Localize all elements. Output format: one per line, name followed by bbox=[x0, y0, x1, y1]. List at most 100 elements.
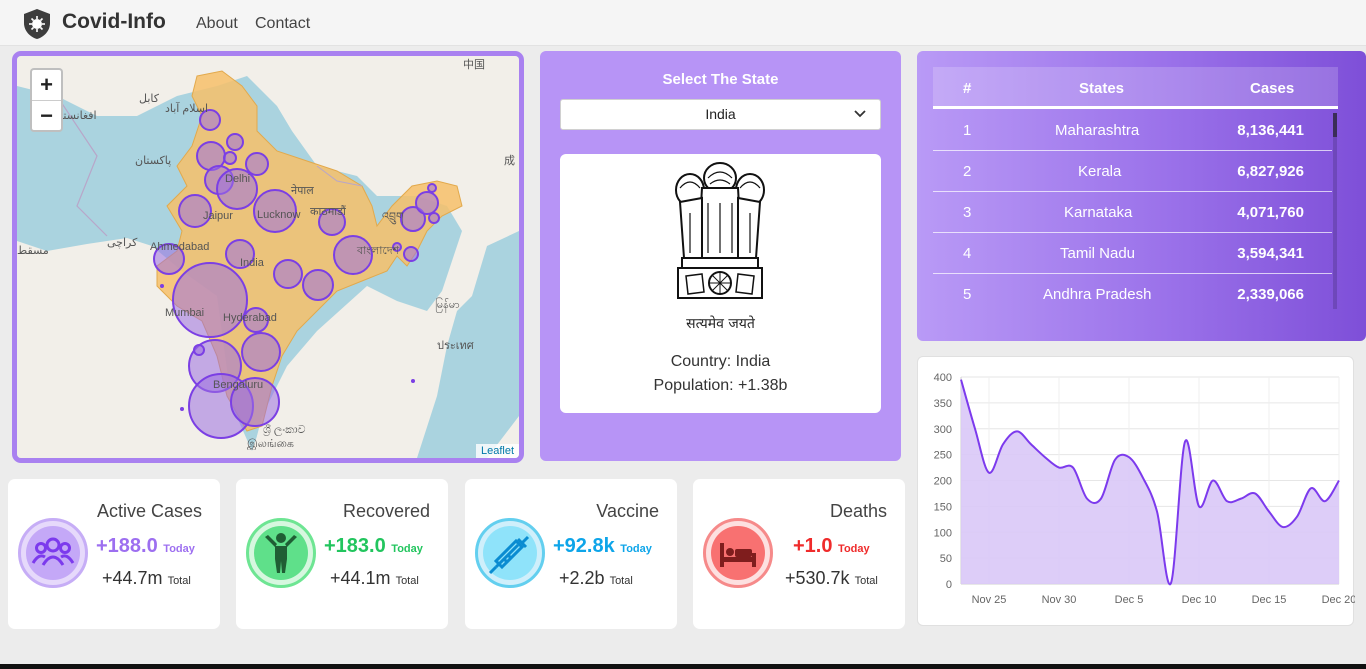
map-label-islamabad: اسلام آباد bbox=[165, 103, 209, 115]
table-row[interactable]: 5 Andhra Pradesh 2,339,066 bbox=[933, 274, 1332, 315]
state-selector-panel: Select The State India सत्यमेव जयते Coun… bbox=[540, 51, 901, 461]
stat-total-active: +44.7m Total bbox=[102, 568, 191, 588]
states-table-header: # States Cases bbox=[933, 67, 1338, 109]
syringe-icon bbox=[475, 518, 545, 588]
stat-card-recovered: Recovered +183.0 Today +44.1m Total bbox=[236, 479, 448, 629]
y-tick-label: 150 bbox=[934, 501, 952, 513]
map-label-srilanka-2: இலங்கை bbox=[247, 438, 294, 450]
x-tick-label: Dec 20 bbox=[1322, 594, 1355, 606]
y-tick-label: 0 bbox=[946, 579, 952, 591]
row-state: Kerala bbox=[1078, 163, 1122, 180]
bottom-edge bbox=[0, 664, 1366, 669]
state-selector-title: Select The State bbox=[662, 71, 779, 88]
state-select-value: India bbox=[705, 106, 736, 122]
bed-icon bbox=[703, 518, 773, 588]
people-icon bbox=[18, 518, 88, 588]
y-tick-label: 300 bbox=[934, 424, 952, 436]
national-motto: सत्यमेव जयते bbox=[686, 316, 755, 332]
zoom-in-button[interactable]: + bbox=[32, 70, 61, 100]
x-tick-label: Dec 15 bbox=[1252, 594, 1287, 606]
states-table-panel: # States Cases 1 Maharashtra 8,136,441 2… bbox=[917, 51, 1366, 341]
map-label-pakistan: پاکستان bbox=[135, 155, 172, 167]
row-rank: 4 bbox=[963, 245, 972, 262]
stat-title-recovered: Recovered bbox=[342, 501, 430, 521]
map-label-lucknow: Lucknow bbox=[257, 209, 301, 221]
daily-cases-chart: 0 50 100 150 200 250 300 350 400 Nov 25 Nov 30 Dec … bbox=[917, 356, 1357, 626]
row-state: Tamil Nadu bbox=[1060, 245, 1136, 262]
country-name: Country: India bbox=[670, 353, 771, 370]
row-rank: 5 bbox=[963, 286, 972, 303]
y-tick-label: 250 bbox=[934, 450, 952, 462]
map-label-kathmandu: काठमाडौं bbox=[310, 206, 346, 218]
x-tick-label: Nov 30 bbox=[1042, 594, 1077, 606]
series-area bbox=[961, 379, 1339, 585]
map-label-india: India bbox=[240, 257, 264, 269]
map-label-bengaluru: Bengaluru bbox=[213, 379, 264, 391]
stat-title-active: Active Cases bbox=[96, 501, 202, 521]
row-rank: 3 bbox=[963, 204, 972, 221]
map-label-srilanka-1: ශ්‍රී ලංකාව bbox=[263, 424, 306, 436]
zoom-control: + − bbox=[30, 68, 63, 132]
person-arms-up-icon bbox=[246, 518, 316, 588]
stat-total-deaths: +530.7k Total bbox=[785, 568, 878, 588]
map-label-jaipur: Jaipur bbox=[203, 210, 233, 222]
row-rank: 1 bbox=[963, 122, 972, 139]
y-tick-label: 50 bbox=[940, 553, 952, 565]
table-row[interactable]: 2 Kerala 6,827,926 bbox=[933, 151, 1332, 192]
national-emblem-icon bbox=[675, 162, 765, 299]
nav-link-contact[interactable]: Contact bbox=[255, 15, 310, 33]
row-cases: 6,827,926 bbox=[1237, 163, 1304, 180]
nav-link-about[interactable]: About bbox=[196, 15, 238, 33]
table-row[interactable]: 3 Karnataka 4,071,760 bbox=[933, 192, 1332, 233]
row-rank: 2 bbox=[963, 163, 972, 180]
country-info-card: सत्यमेव जयते Country: India Population: … bbox=[560, 154, 881, 413]
row-cases: 3,594,341 bbox=[1237, 245, 1304, 262]
table-scrollbar[interactable] bbox=[1333, 113, 1337, 309]
header-cases: Cases bbox=[1250, 80, 1295, 97]
x-tick-label: Dec 5 bbox=[1115, 594, 1144, 606]
row-cases: 4,071,760 bbox=[1237, 204, 1304, 221]
country-population: Population: +1.38b bbox=[653, 377, 788, 394]
zoom-out-button[interactable]: − bbox=[32, 100, 61, 130]
covid-map[interactable]: 中国 کابل اسلام آباد افغانستان پاکستان Del… bbox=[12, 51, 524, 463]
navbar: Covid-Info About Contact bbox=[0, 0, 1366, 46]
stat-card-vaccine: Vaccine +92.8k Today +2.2b Total bbox=[465, 479, 677, 629]
stat-today-vaccine: +92.8k Today bbox=[553, 535, 652, 557]
stat-card-active: Active Cases +188.0 Today +44.7m Total bbox=[8, 479, 220, 629]
table-row[interactable]: 1 Maharashtra 8,136,441 bbox=[933, 110, 1332, 151]
brand-name[interactable]: Covid-Info bbox=[62, 10, 166, 34]
map-label-ahmedabad: Ahmedabad bbox=[150, 241, 210, 253]
header-states: States bbox=[1079, 80, 1125, 97]
table-row[interactable]: 4 Tamil Nadu 3,594,341 bbox=[933, 233, 1332, 274]
map-label-bhutan: འབྲུག bbox=[382, 211, 404, 223]
map-label-muscat: مسقط bbox=[17, 245, 49, 257]
map-label-hyderabad: Hyderabad bbox=[223, 312, 277, 324]
y-tick-label: 350 bbox=[934, 398, 952, 410]
header-rank: # bbox=[963, 80, 972, 97]
map-label-bangladesh: বাংলাদেশ bbox=[357, 245, 400, 257]
y-tick-label: 200 bbox=[934, 476, 952, 488]
row-state: Karnataka bbox=[1064, 204, 1133, 221]
stat-today-deaths: +1.0 Today bbox=[793, 535, 870, 557]
stat-today-active: +188.0 Today bbox=[96, 535, 195, 557]
y-tick-label: 400 bbox=[934, 372, 952, 384]
row-cases: 8,136,441 bbox=[1237, 122, 1304, 139]
table-scroll-thumb[interactable] bbox=[1333, 113, 1337, 137]
map-label-mumbai: Mumbai bbox=[165, 307, 205, 319]
stat-card-deaths: Deaths +1.0 Today +530.7k Total bbox=[693, 479, 905, 629]
stat-title-vaccine: Vaccine bbox=[596, 501, 659, 521]
map-label-china: 中国 bbox=[463, 59, 485, 71]
state-select-dropdown[interactable]: India bbox=[560, 99, 881, 130]
map-label-delhi: Delhi bbox=[225, 173, 251, 185]
map-label-myanmar: မြန်မာ bbox=[435, 299, 460, 311]
stat-today-recovered: +183.0 Today bbox=[324, 535, 423, 557]
stat-total-vaccine: +2.2b Total bbox=[559, 568, 633, 588]
row-state: Maharashtra bbox=[1055, 122, 1140, 139]
row-cases: 2,339,066 bbox=[1237, 286, 1304, 303]
chevron-down-icon bbox=[854, 100, 866, 139]
virus-shield-icon[interactable] bbox=[22, 8, 52, 40]
leaflet-attribution-link[interactable]: Leaflet bbox=[475, 444, 519, 458]
chart-canvas: 0 50 100 150 200 250 300 350 400 Nov 25 Nov 30 Dec … bbox=[934, 372, 1357, 606]
x-tick-label: Nov 25 bbox=[972, 594, 1007, 606]
x-tick-label: Dec 10 bbox=[1182, 594, 1217, 606]
